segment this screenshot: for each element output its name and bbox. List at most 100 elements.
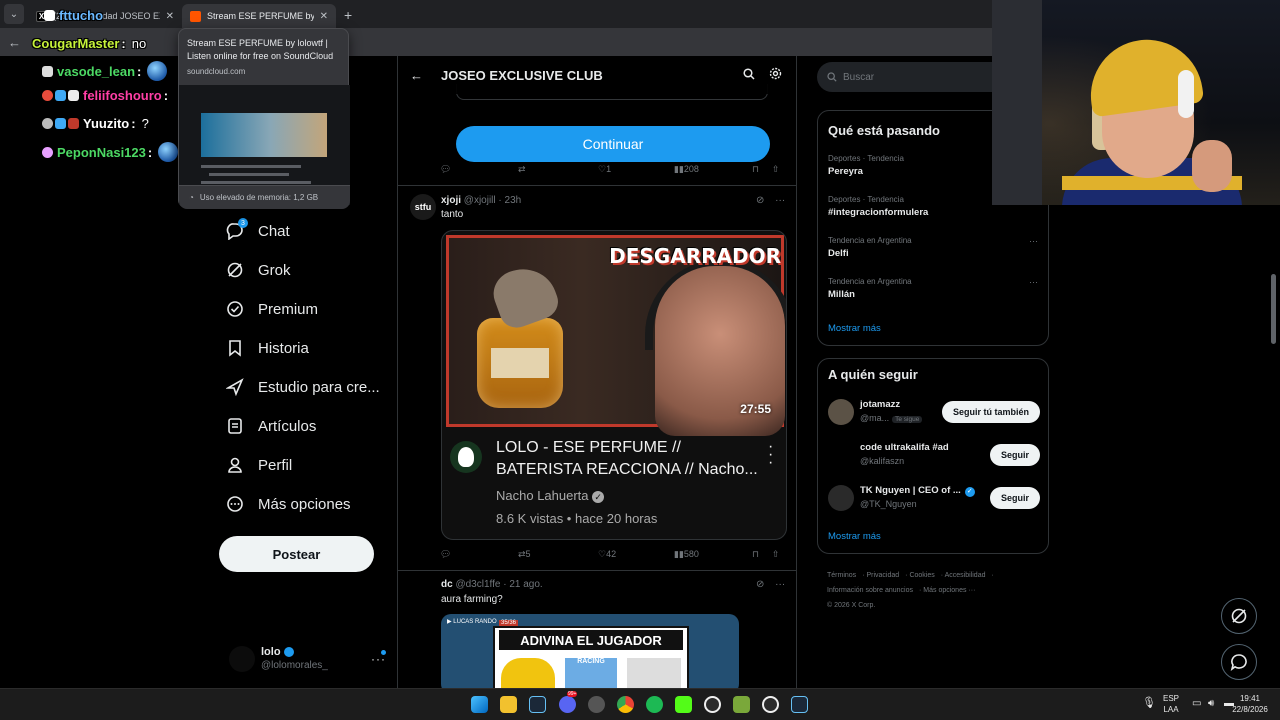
file-explorer-icon[interactable] [500, 696, 517, 713]
like-button[interactable]: ♡ 42 [598, 549, 616, 560]
show-more-link[interactable]: Mostrar más [828, 323, 881, 334]
nav-item-premium[interactable]: Premium [226, 300, 318, 318]
continue-button[interactable]: Continuar [456, 126, 770, 162]
trend-item[interactable]: Tendencia en Argentina Millán ··· [828, 277, 1038, 300]
search-icon[interactable] [743, 67, 755, 83]
youtube-embed[interactable]: DESGARRADOR 27:55 LOLO - ESE PERFUME // … [441, 230, 787, 540]
steam-icon[interactable] [529, 696, 546, 713]
footer-link[interactable]: Información sobre anuncios [827, 587, 913, 594]
settings-gear-icon[interactable] [769, 67, 782, 83]
author-name[interactable]: dc [441, 579, 453, 590]
author-handle[interactable]: @xjojill [464, 195, 496, 206]
grok-icon[interactable]: ⊘ [756, 579, 764, 590]
network-icon[interactable]: ▭ [1192, 698, 1201, 709]
bookmark-icon[interactable]: ⊓ [752, 549, 759, 560]
tweet-time[interactable]: 23h [505, 195, 522, 206]
post-button[interactable]: Postear [219, 536, 374, 572]
tab-search-chevron-icon[interactable]: ⌄ [4, 4, 24, 24]
nav-item-studio[interactable]: Estudio para cre... [226, 378, 380, 396]
account-switcher[interactable]: lolo @lolomorales_ ··· [229, 644, 389, 674]
avatar [828, 399, 854, 425]
like-button[interactable]: ♡ 1 [598, 164, 611, 175]
messages-fab-button[interactable] [1221, 644, 1257, 680]
grok-fab-button[interactable] [1221, 598, 1257, 634]
microphone-icon[interactable]: 🎙︎ [1142, 698, 1156, 709]
nav-item-articulos[interactable]: Artículos [226, 417, 316, 435]
more-icon[interactable]: ··· [1029, 277, 1038, 287]
app-icon[interactable] [733, 696, 750, 713]
grok-icon[interactable]: ⊘ [756, 195, 764, 206]
footer-link[interactable]: Privacidad [866, 572, 899, 579]
follow-back-button[interactable]: Seguir tú también [941, 401, 1040, 423]
bookmark-icon[interactable]: ⊓ [752, 164, 759, 175]
avatar[interactable]: stfu [410, 194, 436, 220]
follow-button[interactable]: Seguir [989, 444, 1040, 466]
views-count[interactable]: ▮▮ 208 [674, 164, 699, 175]
clock[interactable]: 19:41 22/8/2026 [1228, 693, 1272, 715]
reply-icon[interactable]: 💬︎ [440, 164, 451, 175]
tweet-image[interactable]: ▶ LUCAS RANDO 35/36 ADIVINA EL JUGADOR R… [441, 614, 739, 688]
steam-icon[interactable] [791, 696, 808, 713]
nav-label: Chat [258, 222, 290, 240]
nav-item-grok[interactable]: Grok [226, 261, 291, 279]
follow-suggestion[interactable]: TK Nguyen | CEO of ... ✓ @TK_Nguyen Segui… [828, 483, 1040, 513]
follow-suggestion[interactable]: jotamazz @ma... Te sigue Seguir tú tambié… [828, 397, 1040, 427]
person-icon [226, 456, 244, 474]
more-icon[interactable]: ··· [775, 195, 785, 206]
author-handle[interactable]: @d3cl1ffe [455, 579, 500, 590]
more-icon[interactable]: ··· [775, 579, 785, 590]
footer-link[interactable]: Más opciones ··· [923, 587, 975, 594]
tab-close-icon[interactable]: ✕ [166, 11, 174, 22]
tweet-menu: ⊘ ··· [756, 579, 785, 590]
reply-icon[interactable]: 💬︎ [440, 549, 451, 560]
app-icon[interactable] [588, 696, 605, 713]
chat-badge-icon [42, 146, 53, 158]
nav-item-perfil[interactable]: Perfil [226, 456, 292, 474]
trend-item[interactable]: Tendencia en Argentina Delfi ··· [828, 236, 1038, 259]
author-name[interactable]: xjoji [441, 195, 461, 206]
nav-item-chat[interactable]: 3 Chat [226, 218, 290, 240]
share-icon[interactable]: ⇧ [772, 549, 780, 560]
scrollbar-thumb[interactable] [1271, 274, 1276, 344]
search-input[interactable]: Buscar [817, 62, 1017, 92]
kick-icon[interactable] [675, 696, 692, 713]
nav-item-historia[interactable]: Historia [226, 339, 309, 357]
back-arrow-icon[interactable]: ← [410, 68, 423, 83]
avatar [229, 646, 255, 672]
back-arrow-icon[interactable]: ← [8, 35, 21, 50]
new-tab-button[interactable]: + [344, 7, 352, 23]
footer-link[interactable]: Accesibilidad [945, 572, 986, 579]
follow-suggestion[interactable]: code ultrakalifa #ad @kalifaszn Seguir [828, 440, 1040, 470]
chrome-icon[interactable] [617, 696, 634, 713]
video-thumbnail[interactable]: DESGARRADOR 27:55 [446, 235, 786, 436]
nav-label: Perfil [258, 456, 293, 474]
chat-username: CougarMaster [32, 36, 120, 51]
tab-close-icon[interactable]: ✕ [320, 11, 328, 22]
volume-icon[interactable]: 🔊︎ [1208, 698, 1214, 709]
who-to-follow-title: A quién seguir [828, 367, 918, 382]
tweet-time[interactable]: 21 ago. [509, 579, 542, 590]
app-icon[interactable] [704, 696, 721, 713]
discord-icon[interactable]: 99+ [559, 691, 578, 713]
notification-dot [381, 650, 386, 655]
footer-link[interactable]: Cookies [909, 572, 934, 579]
follow-button[interactable]: Seguir [989, 487, 1040, 509]
spotify-icon[interactable] [646, 696, 663, 713]
tab-title: Stream ESE PERFUME by lolowtf [207, 11, 314, 21]
views-count[interactable]: ▮▮ 580 [674, 549, 699, 560]
perfume-bottle-image [477, 259, 563, 408]
share-icon[interactable]: ⇧ [772, 164, 780, 175]
repost-button[interactable]: ⇄ 5 [518, 549, 531, 560]
footer-link[interactable]: Términos [827, 572, 856, 579]
more-icon[interactable]: ··· [1029, 236, 1038, 246]
input-language[interactable]: ESP LAA [1163, 693, 1179, 715]
show-more-link[interactable]: Mostrar más [828, 531, 881, 542]
windows-start-icon[interactable] [471, 696, 488, 713]
video-title[interactable]: LOLO - ESE PERFUME // BATERISTA REACCION… [496, 437, 766, 481]
nav-item-mas-opciones[interactable]: Más opciones [226, 495, 351, 513]
tab-soundcloud[interactable]: Stream ESE PERFUME by lolowtf ✕ [182, 4, 336, 28]
repost-icon[interactable]: ⇄ [518, 164, 526, 175]
app-icon[interactable] [762, 696, 779, 713]
channel-name: Nacho Lahuerta ✓ [496, 488, 605, 503]
kebab-menu-icon[interactable]: · · · [768, 439, 773, 471]
